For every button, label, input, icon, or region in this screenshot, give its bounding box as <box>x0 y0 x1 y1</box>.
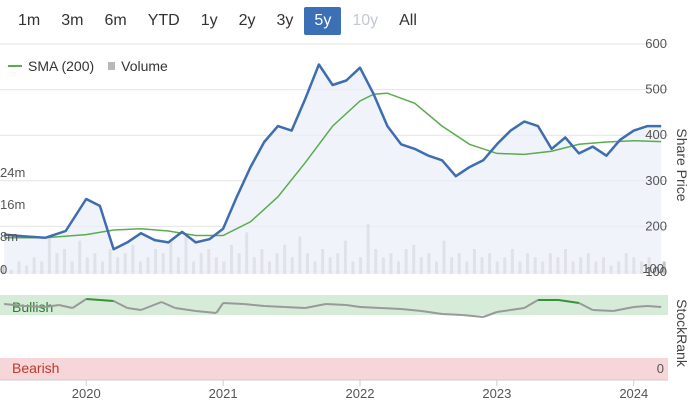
stockrank-segment <box>442 313 463 316</box>
price-chart: BullishBearish 100 200 300 400 500 600 0 8m 16m 2… <box>0 36 690 400</box>
stockrank-segment <box>647 305 662 308</box>
stockrank-segment <box>223 302 244 305</box>
price-axis-title: Share Price <box>674 128 690 201</box>
price-tick-label: 500 <box>645 82 667 97</box>
stockrank-segment <box>99 299 114 302</box>
stockrank-segment <box>325 303 347 306</box>
volume-tick-label: 24m <box>0 165 25 180</box>
price-tick-label: 400 <box>645 127 667 142</box>
bearish-band <box>0 358 668 380</box>
volume-tick-label: 0 <box>0 262 7 277</box>
volume-tick-label: 8m <box>0 229 18 244</box>
price-tick-label: 600 <box>645 36 667 51</box>
stockrank-segment <box>359 306 381 309</box>
price-tick-label: 200 <box>645 218 667 233</box>
stockrank-panel: BullishBearish <box>0 295 668 380</box>
stockrank-segment <box>264 305 285 308</box>
stockrank-segment <box>592 309 614 312</box>
stockrank-segment <box>284 306 306 309</box>
stockrank-segment <box>86 298 100 301</box>
stockrank-axis-title: StockRank <box>674 299 690 368</box>
stockrank-segment <box>24 305 46 308</box>
volume-tick-label: 16m <box>0 197 25 212</box>
price-tick-label: 300 <box>645 173 667 188</box>
x-tick-label: 2020 <box>72 386 101 400</box>
rank-tick-label: 0 <box>657 361 664 376</box>
x-tick-label: 2021 <box>209 386 238 400</box>
bearish-label: Bearish <box>12 360 59 376</box>
x-tick-label: 2023 <box>482 386 511 400</box>
x-tick-label: 2024 <box>619 386 648 400</box>
rank-tick-label: 100 <box>642 261 664 276</box>
stockrank-segment <box>380 307 402 310</box>
x-tick-label: 2022 <box>346 386 375 400</box>
stockrank-segment <box>633 305 648 308</box>
price-lines <box>3 63 662 274</box>
stockrank-segment <box>462 314 484 318</box>
price-area <box>4 64 662 274</box>
